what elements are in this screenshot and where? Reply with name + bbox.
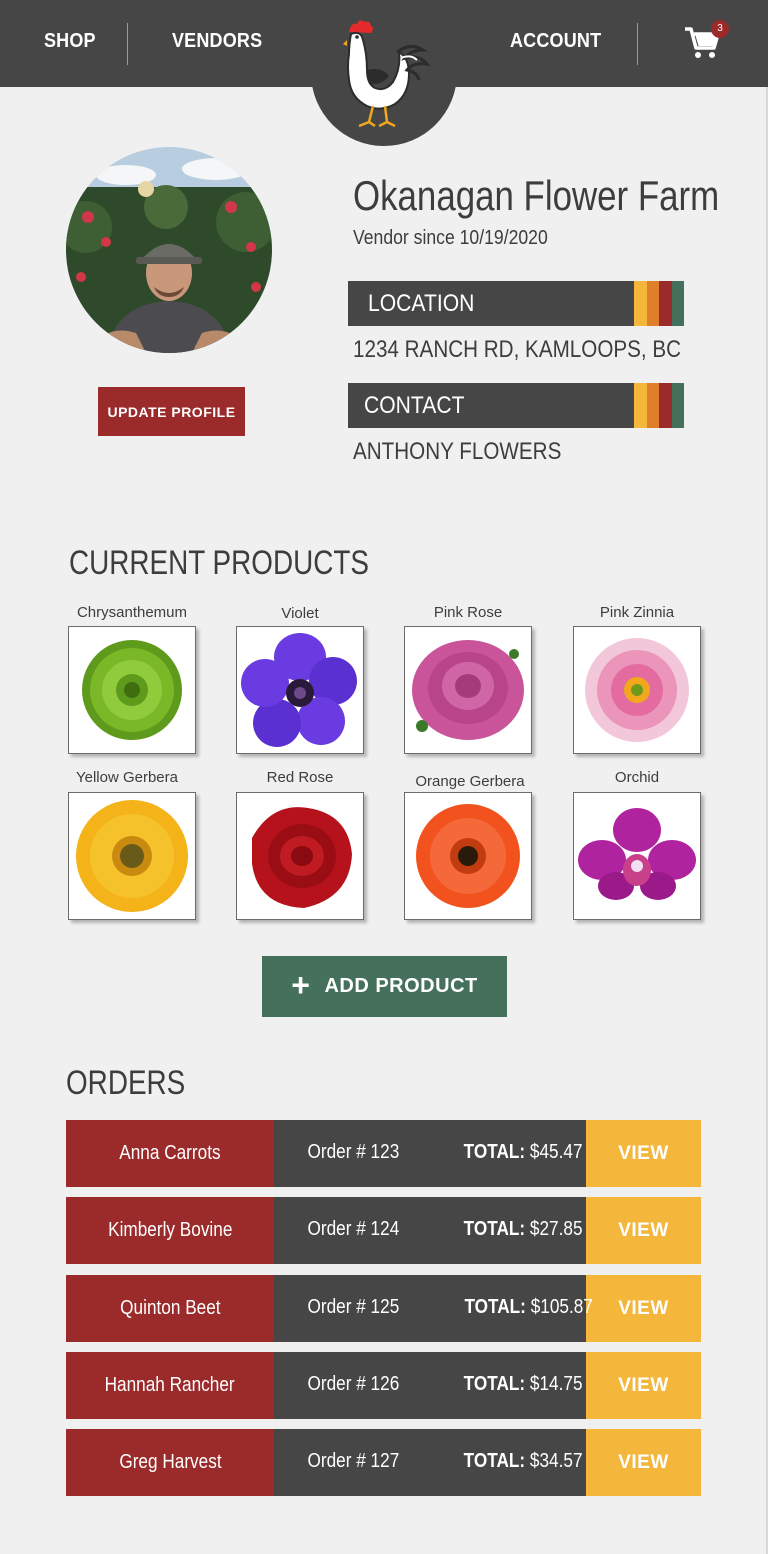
order-number: Order # 123 [307,1141,400,1163]
add-product-button[interactable]: + ADD PRODUCT [262,956,507,1017]
violet-image [241,633,357,747]
order-row: Anna Carrots Order # 123 TOTAL: $45.47 V… [66,1120,701,1187]
product-card-pink-rose[interactable] [404,626,532,754]
red-rose-image [252,807,352,908]
nav-account-link[interactable]: ACCOUNT [510,30,601,53]
add-product-label: ADD PRODUCT [324,975,478,997]
view-order-button[interactable]: VIEW [586,1197,701,1264]
product-card-pink-zinnia[interactable] [573,626,701,754]
view-order-button[interactable]: VIEW [586,1429,701,1496]
product-card-chrysanthemum[interactable] [68,626,196,754]
nav-divider [637,23,638,65]
order-total: TOTAL: $105.87 [464,1296,593,1318]
product-name: Pink Zinnia [599,604,675,621]
update-profile-button[interactable]: UPDATE PROFILE [98,387,245,436]
order-number: Order # 125 [307,1296,400,1318]
order-details: Order # 125 TOTAL: $105.87 [274,1275,593,1342]
order-customer-name: Greg Harvest [66,1429,274,1496]
orange-gerbera-image [416,804,520,908]
chrysanthemum-image [82,640,182,740]
location-label: LOCATION [368,290,475,317]
order-number: Order # 124 [307,1218,400,1240]
pink-rose-image [412,640,524,740]
order-row: Hannah Rancher Order # 126 TOTAL: $14.75… [66,1352,701,1419]
nav-divider [127,23,128,65]
order-row: Kimberly Bovine Order # 124 TOTAL: $27.8… [66,1197,701,1264]
order-row: Quinton Beet Order # 125 TOTAL: $105.87 … [66,1275,701,1342]
order-details: Order # 123 TOTAL: $45.47 [274,1120,586,1187]
pink-zinnia-image [585,638,689,742]
vendor-avatar [66,147,272,353]
order-customer-name: Anna Carrots [66,1120,274,1187]
product-name: Red Rose [266,769,334,786]
view-order-button[interactable]: VIEW [586,1120,701,1187]
product-name: Orange Gerbera [415,773,525,790]
order-number: Order # 126 [307,1373,400,1395]
product-card-yellow-gerbera[interactable] [68,792,196,920]
order-customer-name: Kimberly Bovine [66,1197,274,1264]
product-name: Orchid [614,769,660,786]
order-details: Order # 127 TOTAL: $34.57 [274,1429,586,1496]
vendor-name: Okanagan Flower Farm [353,172,720,219]
order-details: Order # 126 TOTAL: $14.75 [274,1352,586,1419]
vendor-since-date: Vendor since 10/19/2020 [353,227,548,249]
yellow-gerbera-image [76,800,188,912]
product-name: Pink Rose [433,604,503,621]
product-card-violet[interactable] [236,626,364,754]
order-total: TOTAL: $45.47 [463,1141,583,1163]
location-header: LOCATION [348,281,684,326]
plus-icon: + [291,967,311,1003]
order-customer-name: Quinton Beet [66,1275,274,1342]
order-total: TOTAL: $27.85 [463,1218,583,1240]
contact-value: ANTHONY FLOWERS [353,438,562,465]
color-stripes [634,383,684,428]
product-card-orange-gerbera[interactable] [404,792,532,920]
product-card-red-rose[interactable] [236,792,364,920]
cart-count-badge: 3 [711,20,729,38]
product-name: Chrysanthemum [76,604,188,621]
order-number: Order # 127 [307,1450,400,1472]
order-customer-name: Hannah Rancher [66,1352,274,1419]
nav-shop-link[interactable]: SHOP [44,30,96,53]
rooster-logo-icon [343,20,431,128]
color-stripes [634,281,684,326]
orders-section-title: ORDERS [66,1064,186,1102]
contact-header: CONTACT [348,383,684,428]
order-total: TOTAL: $34.57 [463,1450,583,1472]
products-section-title: CURRENT PRODUCTS [69,544,369,582]
contact-label: CONTACT [364,392,465,419]
nav-vendors-link[interactable]: VENDORS [172,30,262,53]
order-row: Greg Harvest Order # 127 TOTAL: $34.57 V… [66,1429,701,1496]
product-card-orchid[interactable] [573,792,701,920]
product-name: Yellow Gerbera [75,769,178,786]
product-name: Violet [281,605,319,622]
view-order-button[interactable]: VIEW [586,1352,701,1419]
orchid-image [578,808,696,900]
logo-badge[interactable] [311,0,457,146]
location-value: 1234 RANCH RD, KAMLOOPS, BC [353,336,682,363]
order-details: Order # 124 TOTAL: $27.85 [274,1197,586,1264]
order-total: TOTAL: $14.75 [463,1373,583,1395]
